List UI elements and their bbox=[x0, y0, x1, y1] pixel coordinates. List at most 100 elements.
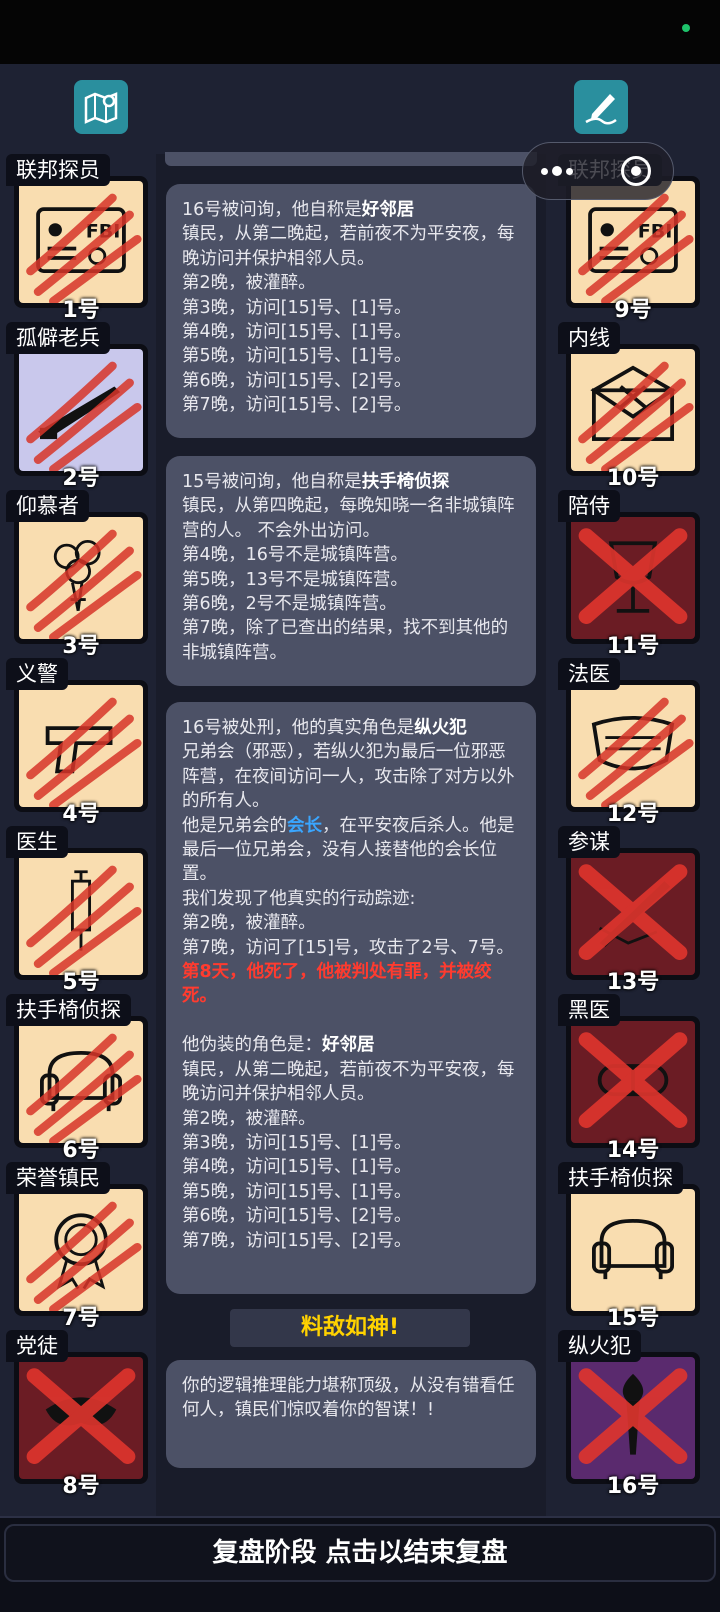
role-name-label: 黑医 bbox=[558, 994, 620, 1026]
player-number: 6号 bbox=[62, 1138, 100, 1163]
card-frame bbox=[566, 1352, 700, 1484]
right-player-card[interactable]: 陪侍 11号 bbox=[558, 490, 700, 664]
role-name: 扶手椅侦探 bbox=[361, 472, 450, 492]
message-card-2: 15号被问询，他自称是扶手椅侦探 镇民，从第四晚起，每晚知晓一名非城镇阵营的人。… bbox=[166, 456, 536, 686]
footer-area: 复盘阶段 点击以结束复盘 bbox=[0, 1516, 720, 1612]
message-line: 我们发现了他真实的行动踪迹: bbox=[182, 888, 416, 909]
syringe-icon bbox=[19, 853, 143, 975]
message-line: 第7晚，除了已查出的结果，找不到其他的非城镇阵营。 bbox=[182, 618, 509, 663]
message-text: 他伪装的角色是： bbox=[182, 1035, 322, 1056]
message-text: 你的逻辑推理能力堪称顶级，从没有错看任何人，镇民们惊叹着你的智谋！! bbox=[182, 1376, 515, 1421]
status-bar bbox=[0, 0, 720, 64]
left-player-card[interactable]: 荣誉镇民 7号 bbox=[6, 1162, 148, 1336]
card-frame bbox=[14, 1352, 148, 1484]
left-player-card[interactable]: 义警 4号 bbox=[6, 658, 148, 832]
left-player-card[interactable]: 党徒 8号 bbox=[6, 1330, 148, 1504]
player-number: 5号 bbox=[62, 970, 100, 995]
player-number: 2号 bbox=[62, 466, 100, 491]
right-player-card[interactable]: 黑医 14号 bbox=[558, 994, 700, 1168]
role-name-label: 内线 bbox=[558, 322, 620, 354]
map-pin-icon[interactable] bbox=[74, 80, 128, 134]
message-text: 16号被问询，他自称是 bbox=[182, 200, 362, 220]
player-number: 3号 bbox=[62, 634, 100, 659]
face-mask-icon bbox=[571, 685, 695, 807]
armchair-icon bbox=[19, 1021, 143, 1143]
close-target-icon[interactable] bbox=[621, 156, 651, 186]
role-name-label: 孤僻老兵 bbox=[6, 322, 110, 354]
message-card-3: 16号被处刑，他的真实角色是纵火犯 兄弟会（邪恶），若纵火犯为最后一位邪恶阵营，… bbox=[166, 702, 536, 1294]
role-name: 好邻居 bbox=[361, 200, 415, 220]
left-player-card[interactable]: 医生 5号 bbox=[6, 826, 148, 1000]
player-number: 8号 bbox=[62, 1474, 100, 1499]
medal-icon bbox=[19, 1189, 143, 1311]
player-number: 16号 bbox=[606, 1474, 660, 1499]
message-line: 第4晚，访问[15]号、[1]号。 bbox=[182, 322, 412, 343]
left-player-card[interactable]: 孤僻老兵 2号 bbox=[6, 322, 148, 496]
card-frame bbox=[14, 1016, 148, 1148]
message-line: 镇民，从第二晚起，若前夜不为平安夜，每晚访问并保护相邻人员。 bbox=[182, 224, 515, 269]
role-name-label: 陪侍 bbox=[558, 490, 620, 522]
card-frame bbox=[566, 1184, 700, 1316]
menu-dot-icon bbox=[541, 167, 548, 175]
message-line: 第7晚，访问了[15]号，攻击了2号、7号。 bbox=[182, 937, 514, 958]
role-name-label: 扶手椅侦探 bbox=[558, 1162, 683, 1194]
end-review-button[interactable]: 复盘阶段 点击以结束复盘 bbox=[4, 1524, 716, 1582]
menu-dot-icon bbox=[552, 166, 562, 176]
message-line: 第5晚，13号不是城镇阵营。 bbox=[182, 569, 408, 590]
message-line: 第6晚，2号不是城镇阵营。 bbox=[182, 594, 397, 615]
left-player-card[interactable]: 扶手椅侦探 6号 bbox=[6, 994, 148, 1168]
right-player-card[interactable]: 扶手椅侦探 15号 bbox=[558, 1162, 700, 1336]
fbi-badge-icon: FBI bbox=[19, 181, 143, 303]
card-frame: FBI bbox=[14, 176, 148, 308]
message-line: 第3晚，访问[15]号、[1]号。 bbox=[182, 1132, 412, 1153]
role-name-label: 医生 bbox=[6, 826, 68, 858]
card-frame bbox=[14, 848, 148, 980]
keyword-link[interactable]: 会长 bbox=[287, 816, 322, 836]
message-line: 第6晚，访问[15]号、[2]号。 bbox=[182, 370, 412, 391]
message-text: 他是兄弟会的 bbox=[182, 815, 287, 836]
message-line: 第6晚，访问[15]号、[2]号。 bbox=[182, 1206, 412, 1227]
right-player-card[interactable]: 内线 10号 bbox=[558, 322, 700, 496]
note-pen-icon[interactable] bbox=[574, 80, 628, 134]
result-banner: 料敌如神! bbox=[230, 1309, 470, 1347]
left-player-card[interactable]: 仰慕者 3号 bbox=[6, 490, 148, 664]
right-player-card[interactable]: 参谋 13号 bbox=[558, 826, 700, 1000]
role-name-label: 党徒 bbox=[6, 1330, 68, 1362]
armchair-icon bbox=[571, 1189, 695, 1311]
message-line: 第7晚，访问[15]号、[2]号。 bbox=[182, 1230, 412, 1251]
left-player-card[interactable]: FBI 联邦探员 1号 bbox=[6, 154, 148, 328]
player-number: 9号 bbox=[614, 298, 652, 323]
message-line: 第5晚，访问[15]号、[1]号。 bbox=[182, 346, 412, 367]
player-number: 4号 bbox=[62, 802, 100, 827]
torch-icon bbox=[571, 1357, 695, 1479]
miniprogram-menu-capsule[interactable] bbox=[522, 142, 674, 200]
message-line: 第2晚，被灌醉。 bbox=[182, 273, 316, 294]
pill-icon bbox=[571, 1021, 695, 1143]
player-number: 13号 bbox=[606, 970, 660, 995]
player-number: 11号 bbox=[606, 634, 660, 659]
message-text: 16号被处刑，他的真实角色是 bbox=[182, 718, 415, 738]
pistol-icon bbox=[19, 685, 143, 807]
message-line: 第5晚，访问[15]号、[1]号。 bbox=[182, 1181, 412, 1202]
message-line: 兄弟会（邪恶），若纵火犯为最后一位邪恶阵营，在夜间访问一人，攻击除了对方以外的所… bbox=[182, 742, 515, 812]
role-name-label: 法医 bbox=[558, 658, 620, 690]
message-line: 镇民，从第二晚起，若前夜不为平安夜，每晚访问并保护相邻人员。 bbox=[182, 1059, 515, 1105]
player-number: 12号 bbox=[606, 802, 660, 827]
role-name-label: 参谋 bbox=[558, 826, 620, 858]
app-root: FBI 联邦探员 1号 孤僻老兵 2号 仰慕者 3号 义警 4号 医生 5号 扶手椅侦探 6号 荣誉镇民 7… bbox=[0, 64, 720, 1612]
role-name-label: 纵火犯 bbox=[558, 1330, 641, 1362]
message-line: 第7晚，访问[15]号、[2]号。 bbox=[182, 395, 412, 416]
right-player-card[interactable]: 纵火犯 16号 bbox=[558, 1330, 700, 1504]
card-frame bbox=[14, 512, 148, 644]
death-notice: 第8天，他死了，他被判处有罪，并被绞死。 bbox=[182, 962, 492, 1007]
role-name-label: 扶手椅侦探 bbox=[6, 994, 131, 1026]
role-name: 好邻居 bbox=[322, 1035, 375, 1056]
right-player-card[interactable]: 法医 12号 bbox=[558, 658, 700, 832]
role-name: 纵火犯 bbox=[414, 718, 467, 738]
player-number: 15号 bbox=[606, 1306, 660, 1331]
player-number: 10号 bbox=[606, 466, 660, 491]
mask-icon bbox=[19, 1357, 143, 1479]
card-frame bbox=[14, 680, 148, 812]
message-line: 第2晚，被灌醉。 bbox=[182, 1108, 316, 1129]
player-number: 7号 bbox=[62, 1306, 100, 1331]
